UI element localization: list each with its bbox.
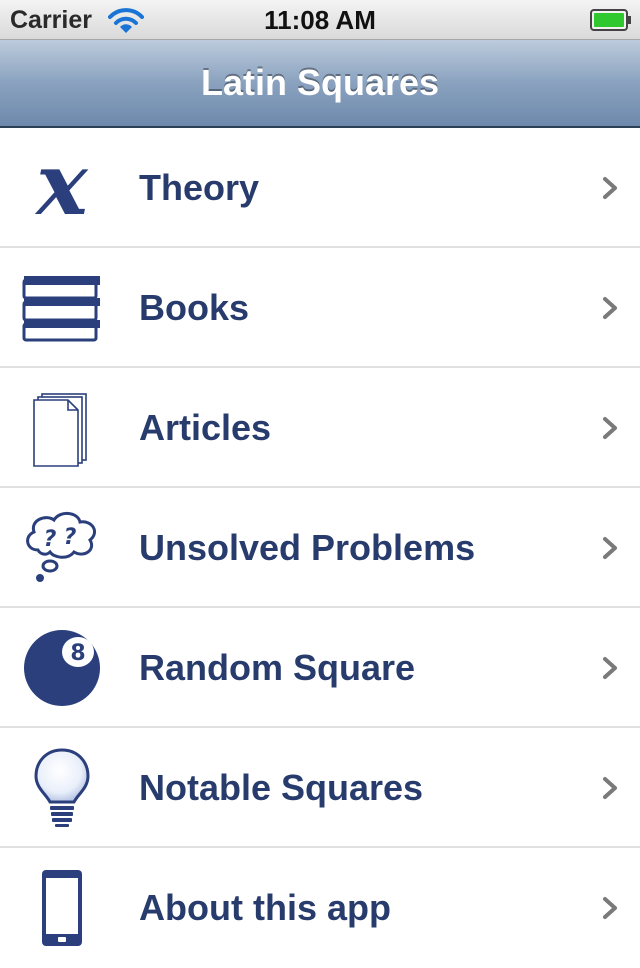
lightbulb-icon <box>34 748 90 827</box>
status-time: 11:08 AM <box>264 5 376 35</box>
menu-item-label: Theory <box>139 167 260 208</box>
chevron-right-icon <box>603 897 617 919</box>
menu-item-random-square[interactable]: 8 Random Square <box>0 608 640 728</box>
menu-list: x Theory Books Articles ? ? Unsolved Pro… <box>0 128 640 968</box>
menu-item-label: About this app <box>139 887 391 928</box>
phone-icon <box>42 870 82 946</box>
documents-icon <box>33 393 87 467</box>
books-icon <box>22 276 100 342</box>
status-bar: Carrier 11:08 AM <box>0 0 640 40</box>
chevron-right-icon <box>603 657 617 679</box>
eight-ball-icon: 8 <box>24 630 100 706</box>
battery-icon <box>590 9 631 31</box>
menu-item-label: Random Square <box>139 647 416 688</box>
variable-x-icon: x <box>34 148 89 228</box>
page-title: Latin Squares <box>200 62 440 103</box>
menu-item-unsolved-problems[interactable]: ? ? Unsolved Problems <box>0 488 640 608</box>
question-thought-bubble-icon: ? ? <box>26 512 96 582</box>
svg-text:8: 8 <box>70 641 85 666</box>
svg-text:?: ? <box>64 525 77 550</box>
menu-item-books[interactable]: Books <box>0 248 640 368</box>
menu-item-notable-squares[interactable]: Notable Squares <box>0 728 640 848</box>
menu-item-articles[interactable]: Articles <box>0 368 640 488</box>
svg-text:?: ? <box>44 527 57 552</box>
chevron-right-icon <box>603 297 617 319</box>
navigation-bar: Latin Squares <box>0 40 640 128</box>
menu-item-theory[interactable]: x Theory <box>0 128 640 248</box>
chevron-right-icon <box>603 417 617 439</box>
menu-item-label: Articles <box>139 407 272 448</box>
menu-item-label: Unsolved Problems <box>139 527 476 568</box>
chevron-right-icon <box>603 777 617 799</box>
chevron-right-icon <box>603 537 617 559</box>
chevron-right-icon <box>603 177 617 199</box>
menu-item-label: Books <box>139 287 250 328</box>
svg-text:x: x <box>34 148 89 228</box>
menu-item-label: Notable Squares <box>139 767 424 808</box>
menu-item-about-this-app[interactable]: About this app <box>0 848 640 968</box>
